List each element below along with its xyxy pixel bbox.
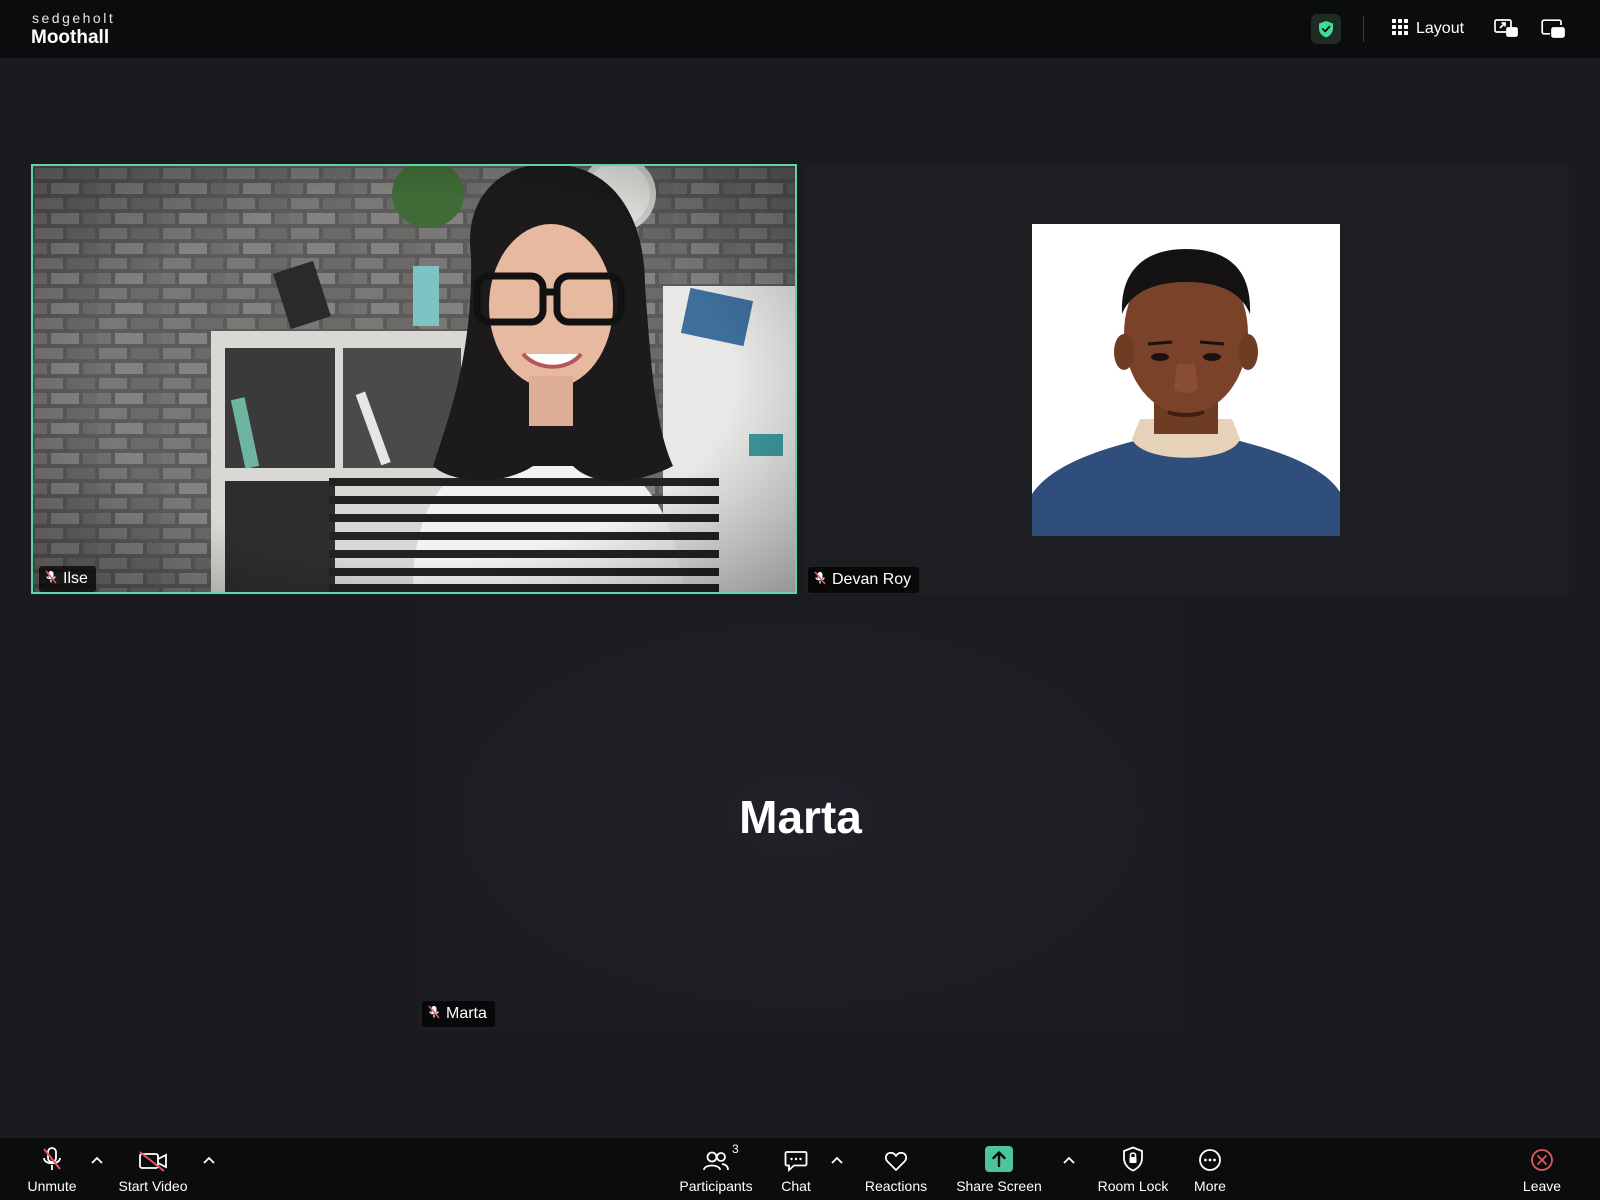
participants-count-badge: 3 — [732, 1142, 739, 1156]
participant-placeholder-name: Marta — [739, 791, 862, 843]
reactions-label: Reactions — [864, 1178, 928, 1194]
picture-in-picture-icon[interactable] — [1539, 15, 1567, 43]
unmute-button[interactable]: Unmute — [22, 1138, 82, 1200]
video-tile-devan-roy[interactable]: Devan Roy — [804, 164, 1569, 594]
top-divider — [1363, 16, 1364, 42]
shield-check-icon[interactable] — [1311, 14, 1341, 44]
layout-button[interactable]: Layout — [1392, 16, 1464, 42]
mic-muted-icon — [428, 1004, 440, 1024]
share-screen-label: Share Screen — [956, 1178, 1042, 1194]
chat-icon — [784, 1138, 808, 1174]
unmute-label: Unmute — [27, 1178, 77, 1194]
lock-shield-icon — [1122, 1138, 1144, 1174]
share-options-chevron-up-icon[interactable] — [1059, 1150, 1079, 1170]
participant-name: Marta — [446, 1005, 487, 1022]
leave-label: Leave — [1522, 1178, 1562, 1194]
layout-label: Layout — [1416, 20, 1465, 37]
participant-name-tag: Ilse — [39, 566, 96, 592]
more-dots-icon — [1198, 1138, 1222, 1174]
audio-options-chevron-up-icon[interactable] — [87, 1150, 107, 1170]
chat-options-chevron-up-icon[interactable] — [827, 1150, 847, 1170]
grid-icon — [1392, 18, 1408, 40]
devan-roy-profile-photo — [1032, 224, 1340, 536]
room-lock-button[interactable]: Room Lock — [1090, 1138, 1176, 1200]
mic-muted-icon — [814, 570, 826, 590]
more-button[interactable]: More — [1186, 1138, 1234, 1200]
participants-label: Participants — [679, 1178, 753, 1194]
close-circle-icon — [1530, 1138, 1554, 1174]
heart-icon — [884, 1138, 908, 1174]
mic-muted-icon — [41, 1138, 63, 1174]
participant-name-tag: Devan Roy — [808, 567, 920, 593]
participant-name: Devan Roy — [832, 571, 912, 588]
leave-button[interactable]: Leave — [1518, 1138, 1566, 1200]
participant-name-tag: Marta — [422, 1001, 495, 1027]
share-screen-icon — [985, 1138, 1013, 1174]
start-video-button[interactable]: Start Video — [110, 1138, 196, 1200]
chat-label: Chat — [781, 1178, 811, 1194]
room-title: Moothall — [31, 27, 110, 48]
video-tile-marta[interactable]: Marta Marta — [418, 600, 1183, 1030]
top-bar: sedgeholt Moothall Layout — [0, 0, 1600, 58]
org-name: sedgeholt — [32, 10, 116, 26]
start-video-label: Start Video — [118, 1178, 188, 1194]
video-off-icon — [138, 1138, 168, 1174]
video-options-chevron-up-icon[interactable] — [199, 1150, 219, 1170]
share-screen-button[interactable]: Share Screen — [948, 1138, 1050, 1200]
chat-button[interactable]: Chat — [772, 1138, 820, 1200]
ilse-video-feed — [33, 166, 795, 592]
participants-icon — [702, 1138, 730, 1174]
mic-muted-icon — [45, 569, 57, 589]
popout-screen-icon[interactable] — [1492, 15, 1520, 43]
room-lock-label: Room Lock — [1097, 1178, 1169, 1194]
video-tile-ilse[interactable]: Ilse — [31, 164, 797, 594]
participant-name: Ilse — [63, 570, 88, 587]
reactions-button[interactable]: Reactions — [856, 1138, 936, 1200]
more-label: More — [1194, 1178, 1226, 1194]
participants-button[interactable]: Participants — [670, 1138, 762, 1200]
